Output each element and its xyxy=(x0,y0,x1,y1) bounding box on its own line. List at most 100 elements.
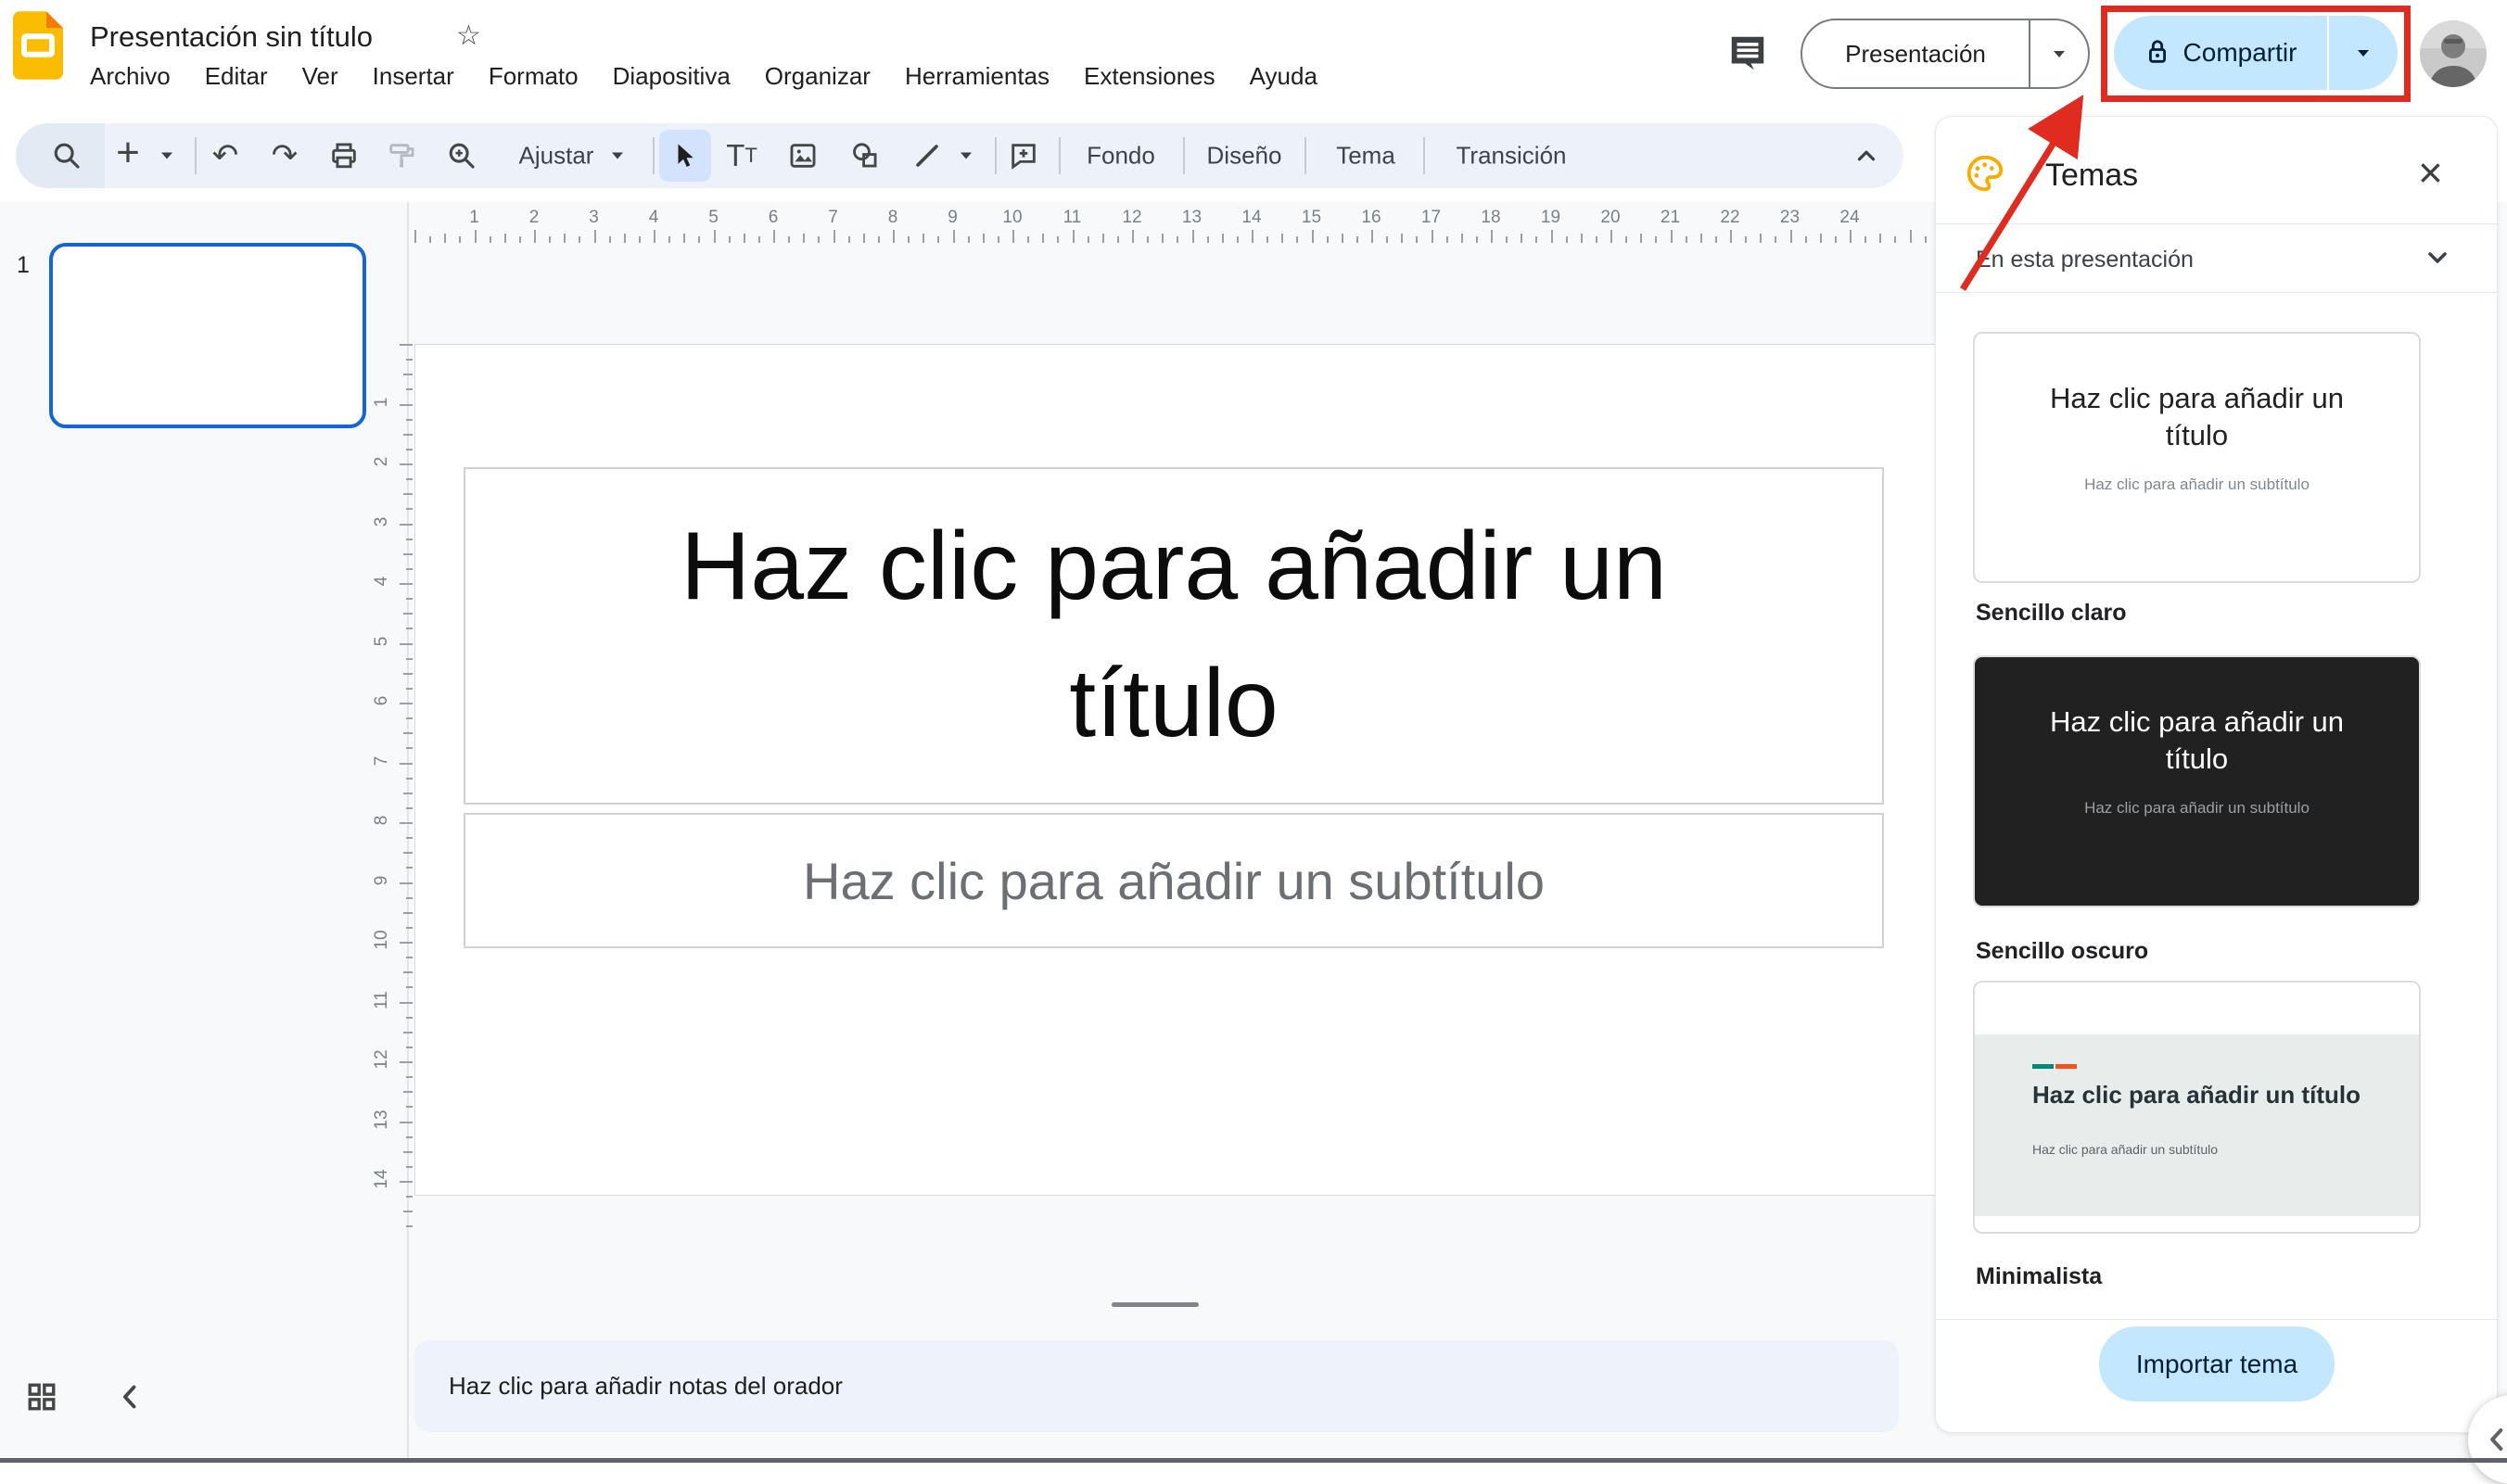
transition-button[interactable]: Transición xyxy=(1457,142,1567,171)
zoom-fit-dropdown[interactable] xyxy=(612,152,623,159)
menu-organizar[interactable]: Organizar xyxy=(765,62,871,91)
import-theme-button[interactable]: Importar tema xyxy=(2099,1326,2335,1402)
slide-thumbnail-1[interactable] xyxy=(49,243,366,428)
cursor-icon xyxy=(678,144,694,167)
paint-format-button[interactable] xyxy=(386,140,417,171)
image-icon xyxy=(790,144,816,168)
title-placeholder[interactable]: Haz clic para añadir un título xyxy=(464,467,1884,805)
theme-card-subtitle: Haz clic para añadir un subtítulo xyxy=(2084,475,2310,493)
print-button[interactable] xyxy=(328,140,360,171)
comment-plus-icon xyxy=(1012,144,1036,170)
comments-button[interactable] xyxy=(1726,32,1769,79)
insert-line-button[interactable] xyxy=(911,140,943,171)
theme-card-subtitle: Haz clic para añadir un subtítulo xyxy=(2084,798,2310,817)
menu-insertar[interactable]: Insertar xyxy=(373,62,454,91)
chevron-down-icon xyxy=(612,152,623,159)
theme-card-subtitle: Haz clic para añadir un subtítulo xyxy=(2032,1142,2218,1157)
toolbar-divider xyxy=(995,137,997,174)
chevron-down-icon xyxy=(961,152,972,159)
theme-button[interactable]: Tema xyxy=(1336,142,1395,171)
collapse-toolbar-button[interactable] xyxy=(1852,142,1880,170)
menu-diapositiva[interactable]: Diapositiva xyxy=(613,62,731,91)
slide-number: 1 xyxy=(17,252,30,278)
theme-card-sencillo-claro[interactable]: Haz clic para añadir un título Haz clic … xyxy=(1973,332,2421,583)
undo-button[interactable]: ↶ xyxy=(212,137,239,174)
select-tool-button[interactable] xyxy=(659,130,711,182)
chevron-up-icon xyxy=(1857,150,1876,161)
comment-icon xyxy=(1731,36,1764,70)
theme-name-sencillo-oscuro: Sencillo oscuro xyxy=(1976,938,2149,964)
theme-card-title: Haz clic para añadir un título xyxy=(2032,1081,2361,1109)
slides-logo-icon xyxy=(13,11,63,80)
close-panel-button[interactable]: × xyxy=(2418,147,2443,197)
theme-card-sencillo-oscuro[interactable]: Haz clic para añadir un título Haz clic … xyxy=(1973,655,2421,907)
subtitle-placeholder[interactable]: Haz clic para añadir un subtítulo xyxy=(464,813,1884,948)
subtitle-placeholder-text: Haz clic para añadir un subtítulo xyxy=(803,851,1545,910)
menu-extensiones[interactable]: Extensiones xyxy=(1084,62,1215,91)
zoom-button[interactable] xyxy=(446,140,477,171)
menu-editar[interactable]: Editar xyxy=(205,62,268,91)
section-expand-button[interactable] xyxy=(2423,243,2452,277)
title-placeholder-text: Haz clic para añadir un título xyxy=(681,513,1667,757)
chevron-down-icon xyxy=(2054,50,2065,57)
annotation-arrow xyxy=(1960,95,2084,291)
toolbar: + ↶ ↷ Ajustar TT Fondo Diseño Tema Trans… xyxy=(16,123,1903,188)
toolbar-divider xyxy=(1423,137,1425,174)
top-ruler-ticks xyxy=(414,228,1935,243)
layout-button[interactable]: Diseño xyxy=(1207,142,1282,171)
slides-logo[interactable] xyxy=(13,11,63,84)
new-slide-button[interactable]: + xyxy=(116,130,140,182)
menu-herramientas[interactable]: Herramientas xyxy=(905,62,1050,91)
theme-card-minimalista[interactable]: Haz clic para añadir un título Haz clic … xyxy=(1973,981,2421,1234)
present-button-group: Presentación xyxy=(1801,19,2090,89)
panel-divider xyxy=(1936,1319,2497,1320)
present-dropdown-button[interactable] xyxy=(2030,50,2088,57)
account-avatar[interactable] xyxy=(2420,20,2487,92)
collapse-filmstrip-button[interactable] xyxy=(111,1377,150,1421)
search-icon xyxy=(54,143,80,169)
menu-ver[interactable]: Ver xyxy=(302,62,338,91)
top-ruler: 1 2 3 4 5 6 7 8 9 10 11 12 13 14 15 16 17 18 19 20 21 22 23 24 xyxy=(469,208,1860,227)
theme-accent-dash xyxy=(2032,1064,2054,1069)
textbox-tool-button[interactable]: TT xyxy=(726,138,757,173)
print-icon xyxy=(332,143,356,169)
insert-image-button[interactable] xyxy=(787,140,819,171)
zoom-fit-label[interactable]: Ajustar xyxy=(519,142,594,171)
background-button[interactable]: Fondo xyxy=(1087,142,1155,171)
new-slide-dropdown[interactable] xyxy=(161,152,172,159)
search-menus-button[interactable] xyxy=(51,140,83,171)
insert-line-dropdown[interactable] xyxy=(961,152,972,159)
line-icon xyxy=(916,145,938,167)
theme-card-body xyxy=(1975,1034,2419,1216)
notes-resize-handle[interactable] xyxy=(1112,1302,1199,1307)
grid-view-button[interactable] xyxy=(26,1380,57,1418)
redo-button[interactable]: ↷ xyxy=(272,137,299,174)
themes-panel: Temas × En esta presentación Haz clic pa… xyxy=(1935,116,2498,1433)
toolbar-divider xyxy=(195,137,197,174)
theme-name-minimalista: Minimalista xyxy=(1976,1263,2103,1289)
menu-formato[interactable]: Formato xyxy=(489,62,579,91)
theme-card-title: Haz clic para añadir un título xyxy=(2049,705,2345,776)
menu-bar: Archivo Editar Ver Insertar Formato Diap… xyxy=(90,62,1317,91)
menu-ayuda[interactable]: Ayuda xyxy=(1250,62,1317,91)
chevron-down-icon xyxy=(2428,252,2447,263)
left-ruler: 1 2 3 4 5 6 7 8 9 10 11 12 13 14 xyxy=(372,397,391,1189)
toolbar-divider xyxy=(1059,137,1061,174)
present-button[interactable]: Presentación xyxy=(1802,40,2029,69)
speaker-notes-placeholder: Haz clic para añadir notas del orador xyxy=(449,1372,843,1400)
speaker-notes[interactable]: Haz clic para añadir notas del orador xyxy=(414,1340,1899,1432)
star-icon[interactable]: ☆ xyxy=(456,19,481,52)
chevron-left-icon xyxy=(122,1385,136,1409)
avatar-photo xyxy=(2420,20,2487,87)
window-bottom-edge xyxy=(0,1458,2507,1463)
theme-accent-dash xyxy=(2055,1064,2077,1069)
grid-view-icon xyxy=(28,1383,56,1411)
document-title[interactable]: Presentación sin título xyxy=(90,20,373,54)
toolbar-divider xyxy=(1304,137,1306,174)
insert-shape-button[interactable] xyxy=(849,140,881,171)
theme-card-title: Haz clic para añadir un título xyxy=(2049,382,2345,452)
toolbar-divider xyxy=(653,137,655,174)
insert-comment-button[interactable] xyxy=(1008,140,1039,171)
menu-archivo[interactable]: Archivo xyxy=(90,62,171,91)
zoom-in-icon xyxy=(449,143,475,169)
